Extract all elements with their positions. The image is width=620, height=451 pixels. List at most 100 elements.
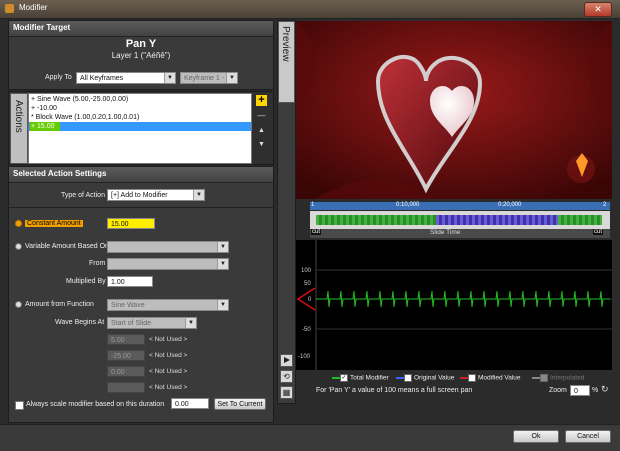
modifier-graph[interactable]: 100 50 0 -50 -100: [296, 240, 612, 370]
modifier-target-panel: Modifier Target Pan Y Layer 1 ("Aéñê") A…: [8, 20, 274, 90]
y-tick: -100: [298, 354, 311, 360]
minus-icon: —: [257, 111, 266, 120]
apply-to-label: Apply To: [45, 74, 72, 81]
app-icon: [5, 4, 14, 13]
legend-interpolated: Interpolated: [532, 374, 584, 382]
constant-amount-input[interactable]: 15.00: [107, 218, 155, 229]
arrow-down-icon: ▼: [258, 141, 265, 148]
from-label: From: [89, 260, 106, 267]
timeline-footer: cut Slide Time cut: [310, 229, 610, 238]
end-marker: 2: [603, 202, 607, 208]
function-value: Sine Wave: [111, 302, 145, 309]
slide-time-label: Slide Time: [430, 229, 461, 236]
amount-from-function-label: Amount from Function: [25, 301, 94, 308]
graph-icon: ▦: [282, 388, 291, 397]
variable-amount-label: Variable Amount Based On: [25, 243, 109, 250]
current-value-marker: [296, 287, 316, 311]
zoom-reset-icon[interactable]: ↻: [601, 384, 609, 395]
modifier-target-header: Modifier Target: [9, 21, 273, 37]
param-input-3: 0.00: [107, 366, 145, 377]
legend-label: Interpolated: [550, 374, 585, 382]
graph-legend: ✓ Total Modifier Original Value Modified …: [296, 372, 612, 384]
chevron-down-icon: ▼: [217, 259, 228, 269]
chevron-down-icon: ▼: [226, 73, 237, 83]
action-item-label: + 15.00: [31, 123, 55, 130]
param-input-4: [107, 382, 145, 393]
actions-tab-label: Actions: [13, 100, 24, 133]
amount-from-function-radio[interactable]: [15, 301, 22, 308]
wave-begins-select: Start of Slide ▼: [107, 317, 197, 329]
legend-swatch: [332, 377, 340, 379]
target-layer: Layer 1 ("Aéñê"): [111, 51, 171, 60]
legend-original-value[interactable]: Original Value: [396, 374, 454, 382]
checkbox-unchecked: [468, 374, 476, 382]
apply-to-select[interactable]: All Keyframes ▼: [76, 72, 176, 84]
duration-input[interactable]: 0.00: [171, 398, 209, 409]
actions-panel: Actions + Sine Wave (5.00,-25.00,0.00) +…: [8, 91, 274, 165]
param-input-2: -25.00: [107, 350, 145, 361]
type-of-action-label: Type of Action: [61, 192, 105, 199]
cancel-button[interactable]: Cancel: [565, 430, 611, 443]
action-item[interactable]: + Sine Wave (5.00,-25.00,0.00): [31, 96, 128, 103]
chevron-down-icon: ▼: [217, 242, 228, 252]
move-down-button[interactable]: ▼: [256, 141, 267, 151]
checkbox-checked: ✓: [340, 374, 348, 382]
always-scale-checkbox[interactable]: [15, 401, 24, 410]
action-item[interactable]: * Block Wave (1.00,0.20,1.00,0.01): [31, 114, 139, 121]
function-select: Sine Wave ▼: [107, 299, 229, 311]
not-used-label: < Not Used >: [149, 384, 188, 391]
set-to-current-button[interactable]: Set To Current: [214, 398, 266, 410]
window-title: Modifier: [19, 3, 48, 12]
preview-tab[interactable]: Preview: [278, 21, 295, 103]
preview-artwork: [296, 21, 612, 199]
graph-plot: 100 50 0 -50 -100: [296, 240, 612, 370]
remove-action-button[interactable]: —: [256, 111, 267, 121]
chevron-down-icon: ▼: [185, 318, 196, 328]
wave-begins-value: Start of Slide: [111, 320, 152, 327]
y-tick: 0: [308, 297, 312, 303]
not-used-label: < Not Used >: [149, 336, 188, 343]
legend-total-modifier[interactable]: ✓ Total Modifier: [332, 374, 389, 382]
actions-tab[interactable]: Actions: [10, 93, 28, 164]
action-item[interactable]: + -10.00: [31, 105, 57, 112]
constant-amount-radio[interactable]: [15, 220, 22, 227]
multiplied-by-input[interactable]: 1.00: [107, 276, 153, 287]
legend-modified-value[interactable]: Modified Value: [460, 374, 521, 382]
play-button[interactable]: [280, 354, 293, 367]
preview-tab-label: Preview: [280, 26, 291, 62]
ok-button[interactable]: Ok: [513, 430, 559, 443]
segment-2: [436, 215, 558, 225]
keyframe-value: Keyframe 1 - 2: [184, 75, 230, 82]
y-tick: 100: [301, 268, 312, 274]
checkbox-disabled: [540, 374, 548, 382]
y-tick: -50: [302, 327, 311, 333]
timeline[interactable]: 1 0:10,000 0:20,000 2 cut Slide Time cut: [310, 202, 610, 238]
loop-icon: ⟲: [283, 372, 290, 381]
variable-amount-radio[interactable]: [15, 243, 22, 250]
add-action-button[interactable]: +: [256, 95, 267, 106]
apply-to-value: All Keyframes: [80, 75, 124, 82]
move-up-button[interactable]: ▲: [256, 127, 267, 137]
close-button[interactable]: ✕: [584, 2, 612, 17]
segment-1: [316, 215, 436, 225]
legend-label: Total Modifier: [350, 374, 389, 382]
time-label: 0:10,000: [396, 202, 420, 208]
legend-swatch: [532, 377, 540, 379]
zoom-unit: %: [592, 387, 599, 394]
loop-button[interactable]: ⟲: [280, 370, 293, 383]
from-select: ▼: [107, 258, 229, 270]
cut-right[interactable]: cut: [593, 229, 604, 235]
legend-label: Original Value: [414, 374, 455, 382]
actions-list[interactable]: + Sine Wave (5.00,-25.00,0.00) + -10.00 …: [28, 93, 252, 164]
zoom-label: Zoom: [549, 387, 567, 394]
type-of-action-select[interactable]: [+] Add to Modifier ▼: [107, 189, 205, 201]
chevron-down-icon: ▼: [193, 190, 204, 200]
action-item-selected[interactable]: + 15.00: [29, 122, 251, 131]
total-modifier-line: [316, 290, 610, 308]
time-label: 0:20,000: [498, 202, 522, 208]
graph-settings-button[interactable]: ▦: [280, 386, 293, 399]
cut-left[interactable]: cut: [311, 229, 322, 235]
divider: [9, 207, 273, 208]
chevron-down-icon: ▼: [164, 73, 175, 83]
zoom-input[interactable]: 0: [570, 385, 590, 396]
